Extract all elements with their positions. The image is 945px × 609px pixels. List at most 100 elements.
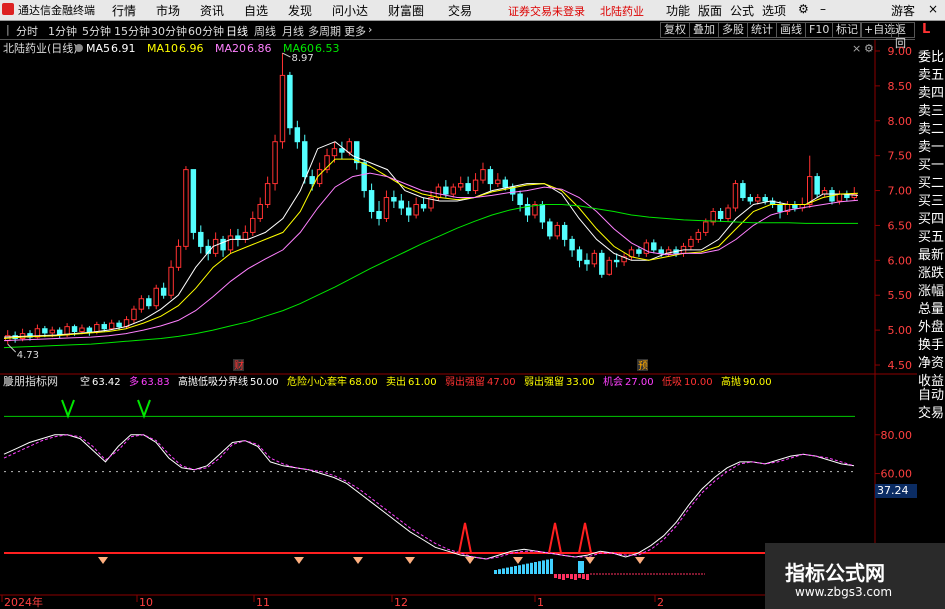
red-bar-1 — [558, 574, 561, 579]
candle-body-66 — [495, 179, 501, 185]
candle-body-80 — [599, 252, 605, 275]
ind-legend-value-7: 27.00 — [625, 377, 654, 388]
cyan-bar-14 — [550, 558, 553, 574]
candle-body-48 — [361, 162, 367, 192]
ma-legend-name-0: MA5 — [86, 42, 110, 55]
watermark: 指标公式网 www.zbgs3.com — [765, 543, 945, 609]
candle-body-77 — [576, 249, 583, 261]
red-bar-0 — [554, 574, 557, 578]
xtick-label-0: 2024年 — [4, 595, 43, 609]
cyan-bar-6 — [518, 565, 521, 574]
event-label-1: 预 — [638, 360, 648, 372]
candle-body-22 — [168, 266, 174, 296]
ind-legend-name-1: 多 — [129, 375, 139, 388]
low-signal-icon-2 — [353, 557, 363, 564]
candle-body-59 — [443, 186, 449, 195]
candle-body-44 — [331, 148, 338, 157]
cyan-bar-2 — [502, 568, 505, 574]
low-signal-icon-7 — [635, 557, 645, 564]
candle-body-56 — [420, 204, 427, 209]
ytick-label-6: 6.00 — [888, 254, 913, 267]
candle-body-21 — [160, 287, 167, 296]
gear-chart-icon: ⚙ — [864, 42, 874, 55]
candle-body-54 — [405, 207, 412, 216]
current-value-badge: 37.24 — [875, 484, 917, 498]
xtick-label-5: 2 — [657, 596, 664, 609]
red-bar-3 — [566, 574, 569, 578]
ytick-label-3: 7.50 — [888, 150, 913, 163]
candle-body-98 — [732, 183, 739, 209]
ma-legend-name-2: MA20 — [215, 42, 246, 55]
candle-body-76 — [569, 238, 575, 251]
candle-body-97 — [725, 207, 731, 219]
ytick-label-0: 9.00 — [888, 45, 913, 58]
candle-body-14 — [108, 322, 115, 330]
buy-signal-0 — [61, 399, 75, 419]
ind-series-0 — [3, 434, 855, 560]
main-chart-title: 北陆药业(日线) — [3, 41, 78, 55]
candle-body-109 — [814, 176, 820, 195]
candle-body-60 — [450, 186, 457, 195]
ind-legend-value-8: 10.00 — [684, 377, 713, 388]
ind-legend-value-4: 61.00 — [408, 377, 437, 388]
candle-body-62 — [465, 183, 471, 192]
ytick-label-2: 8.00 — [888, 115, 913, 128]
candle-body-34 — [257, 204, 263, 219]
ma-legend-name-1: MA10 — [147, 42, 178, 55]
buy-signal-1 — [137, 399, 151, 419]
red-bar-6 — [578, 574, 581, 578]
candle-body-18 — [138, 298, 145, 310]
candle-body-92 — [688, 238, 694, 247]
candle-body-72 — [539, 204, 546, 223]
candle-body-10 — [79, 327, 85, 333]
candle-body-19 — [146, 298, 152, 307]
candle-body-38 — [287, 74, 293, 129]
candle-body-96 — [717, 210, 724, 219]
ind-ytick-label-0: 80.00 — [881, 429, 913, 442]
candle-body-95 — [710, 210, 716, 223]
cyan-bar-0 — [494, 570, 497, 574]
ind-legend-value-5: 47.00 — [487, 377, 516, 388]
candle-body-55 — [413, 204, 419, 216]
candle-body-52 — [391, 197, 397, 202]
candle-body-9 — [71, 326, 78, 333]
cyan-bar-7 — [522, 564, 525, 574]
low-signal-icon-0 — [98, 557, 108, 564]
red-bar-5 — [574, 574, 577, 580]
ind-legend-value-6: 33.00 — [566, 377, 595, 388]
cyan-bar-8 — [526, 563, 529, 574]
candle-body-75 — [561, 224, 568, 240]
cyan-bar-9 — [530, 562, 533, 574]
cyan-bar-3 — [506, 567, 509, 574]
ma-legend-name-3: MA60 — [283, 42, 314, 55]
candle-body-31 — [235, 235, 241, 240]
xtick-label-1: 10 — [139, 596, 153, 609]
candle-body-65 — [487, 169, 494, 185]
candle-body-5 — [42, 328, 48, 334]
ind-legend-name-4: 卖出 — [386, 375, 406, 388]
candle-body-37 — [279, 74, 286, 143]
candle-body-73 — [547, 221, 553, 237]
cyan-bar-10 — [534, 562, 537, 574]
watermark-url: www.zbgs3.com — [795, 585, 893, 599]
ind-legend-name-0: 空 — [80, 375, 90, 388]
candle-body-63 — [472, 179, 479, 192]
ytick-label-7: 5.50 — [888, 289, 913, 302]
candle-body-32 — [242, 231, 249, 240]
xtick-label-2: 11 — [256, 596, 270, 609]
ind-legend-value-3: 68.00 — [349, 377, 378, 388]
candle-body-36 — [272, 141, 278, 185]
candle-body-6 — [49, 329, 55, 334]
candle-body-87 — [651, 242, 657, 251]
candle-body-39 — [294, 127, 301, 143]
candle-body-81 — [606, 259, 612, 275]
candle-body-15 — [116, 322, 122, 328]
peak-signal-0 — [458, 522, 472, 554]
cyan-bar-5 — [514, 566, 517, 574]
cyan-bar-12 — [542, 560, 545, 574]
candle-body-25 — [190, 169, 197, 233]
ind-legend-name-3: 危险小心套牢 — [287, 375, 347, 388]
candle-body-102 — [762, 197, 768, 202]
candle-body-13 — [101, 324, 107, 330]
candle-body-30 — [227, 235, 234, 251]
